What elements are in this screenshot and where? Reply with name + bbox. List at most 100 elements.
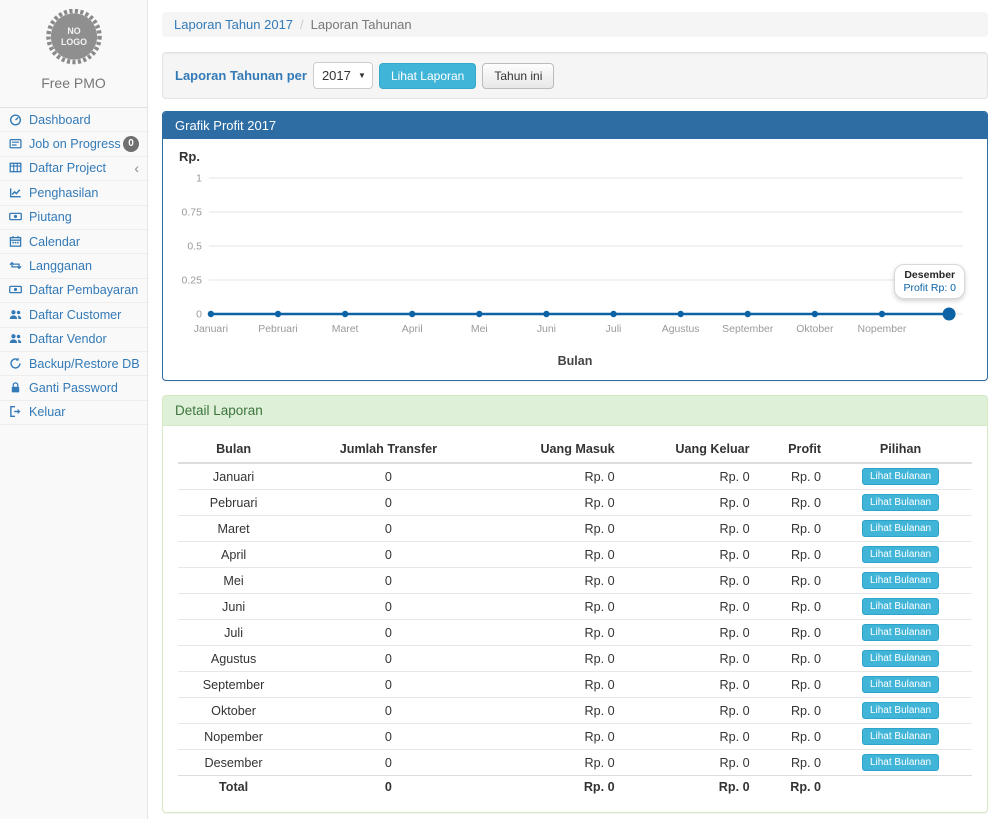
- cell-jumlah-transfer: 0: [289, 594, 488, 620]
- lihat-laporan-button[interactable]: Lihat Laporan: [379, 63, 476, 89]
- total-profit: Rp. 0: [758, 776, 829, 799]
- chevron-down-icon: ▼: [358, 71, 366, 80]
- sidebar: NO LOGO Free PMO DashboardJob on Progres…: [0, 0, 148, 819]
- total-uang-masuk: Rp. 0: [488, 776, 623, 799]
- lihat-bulanan-button[interactable]: Lihat Bulanan: [862, 520, 939, 537]
- table-row-oktober: Oktober0Rp. 0Rp. 0Rp. 0Lihat Bulanan: [178, 698, 972, 724]
- lihat-bulanan-button[interactable]: Lihat Bulanan: [862, 598, 939, 615]
- table-header-row: Bulan Jumlah Transfer Uang Masuk Uang Ke…: [178, 436, 972, 463]
- lihat-bulanan-button[interactable]: Lihat Bulanan: [862, 572, 939, 589]
- cell-jumlah-transfer: 0: [289, 750, 488, 776]
- sidebar-item-job-on-progress[interactable]: Job on Progress0: [0, 132, 147, 156]
- cell-uang-masuk: Rp. 0: [488, 568, 623, 594]
- svg-text:Agustus: Agustus: [662, 324, 700, 335]
- table-row-desember: Desember0Rp. 0Rp. 0Rp. 0Lihat Bulanan: [178, 750, 972, 776]
- cell-bulan: Juli: [178, 620, 289, 646]
- lihat-bulanan-button[interactable]: Lihat Bulanan: [862, 702, 939, 719]
- cell-uang-masuk: Rp. 0: [488, 490, 623, 516]
- report-table: Bulan Jumlah Transfer Uang Masuk Uang Ke…: [178, 436, 972, 798]
- sidebar-item-label: Langganan: [29, 259, 92, 273]
- users-icon: [9, 332, 24, 346]
- detail-table-wrapper: Bulan Jumlah Transfer Uang Masuk Uang Ke…: [163, 426, 987, 812]
- cell-uang-keluar: Rp. 0: [623, 672, 758, 698]
- sidebar-item-langganan[interactable]: Langganan: [0, 254, 147, 278]
- column-header-uang-keluar: Uang Keluar: [623, 436, 758, 463]
- sidebar-item-keluar[interactable]: Keluar: [0, 401, 147, 425]
- svg-text:Januari: Januari: [194, 324, 228, 335]
- main-content: Laporan Tahun 2017/Laporan Tahunan Lapor…: [148, 0, 1000, 819]
- svg-text:0.25: 0.25: [182, 275, 203, 286]
- sidebar-item-piutang[interactable]: Piutang: [0, 206, 147, 230]
- sidebar-item-daftar-customer[interactable]: Daftar Customer: [0, 303, 147, 327]
- sidebar-item-daftar-project[interactable]: Daftar Project‹: [0, 157, 147, 181]
- lihat-bulanan-button[interactable]: Lihat Bulanan: [862, 650, 939, 667]
- sidebar-item-daftar-pembayaran[interactable]: Daftar Pembayaran: [0, 279, 147, 303]
- detail-panel-title: Detail Laporan: [163, 396, 987, 426]
- svg-text:1: 1: [196, 173, 202, 184]
- sidebar-item-daftar-vendor[interactable]: Daftar Vendor: [0, 328, 147, 352]
- cell-bulan: Nopember: [178, 724, 289, 750]
- svg-text:April: April: [402, 324, 423, 335]
- cell-uang-keluar: Rp. 0: [623, 594, 758, 620]
- profit-line-chart[interactable]: 10.750.50.250JanuariPebruariMaretAprilMe…: [173, 164, 977, 354]
- money-icon: [9, 210, 24, 224]
- total-uang-keluar: Rp. 0: [623, 776, 758, 799]
- year-select[interactable]: 2017 ▼: [313, 62, 373, 89]
- tooltip-value: Profit Rp: 0: [903, 282, 956, 294]
- sidebar-item-label: Piutang: [29, 210, 72, 224]
- table-row-nopember: Nopember0Rp. 0Rp. 0Rp. 0Lihat Bulanan: [178, 724, 972, 750]
- sidebar-item-backup-restore-db[interactable]: Backup/Restore DB: [0, 352, 147, 376]
- cell-profit: Rp. 0: [758, 672, 829, 698]
- svg-text:0: 0: [196, 309, 202, 320]
- lihat-bulanan-button[interactable]: Lihat Bulanan: [862, 624, 939, 641]
- lihat-bulanan-button[interactable]: Lihat Bulanan: [862, 546, 939, 563]
- chevron-left-icon: ‹: [134, 161, 139, 175]
- sidebar-item-calendar[interactable]: Calendar: [0, 230, 147, 254]
- cell-uang-keluar: Rp. 0: [623, 698, 758, 724]
- lihat-bulanan-button[interactable]: Lihat Bulanan: [862, 494, 939, 511]
- sidebar-item-dashboard[interactable]: Dashboard: [0, 108, 147, 132]
- table-icon: [9, 161, 24, 175]
- lihat-bulanan-button[interactable]: Lihat Bulanan: [862, 754, 939, 771]
- retweet-icon: [9, 259, 24, 273]
- lihat-bulanan-button[interactable]: Lihat Bulanan: [862, 728, 939, 745]
- sidebar-item-penghasilan[interactable]: Penghasilan: [0, 181, 147, 205]
- svg-text:0.75: 0.75: [182, 207, 203, 218]
- cell-profit: Rp. 0: [758, 646, 829, 672]
- cell-profit: Rp. 0: [758, 594, 829, 620]
- total-jumlah-transfer: 0: [289, 776, 488, 799]
- chart-area: 10.750.50.250JanuariPebruariMaretAprilMe…: [173, 164, 977, 354]
- svg-text:Pebruari: Pebruari: [258, 324, 298, 335]
- profit-chart-panel: Grafik Profit 2017 Rp. 10.750.50.250Janu…: [162, 111, 988, 381]
- cell-profit: Rp. 0: [758, 698, 829, 724]
- cell-profit: Rp. 0: [758, 750, 829, 776]
- table-row-juli: Juli0Rp. 0Rp. 0Rp. 0Lihat Bulanan: [178, 620, 972, 646]
- cell-profit: Rp. 0: [758, 490, 829, 516]
- money-icon: [9, 283, 24, 297]
- cell-uang-masuk: Rp. 0: [488, 516, 623, 542]
- lihat-bulanan-button[interactable]: Lihat Bulanan: [862, 468, 939, 485]
- svg-text:Juli: Juli: [606, 324, 622, 335]
- cell-uang-keluar: Rp. 0: [623, 724, 758, 750]
- column-header-jumlah-transfer: Jumlah Transfer: [289, 436, 488, 463]
- tahun-ini-button[interactable]: Tahun ini: [482, 63, 554, 89]
- svg-text:LOGO: LOGO: [61, 37, 87, 47]
- cell-uang-masuk: Rp. 0: [488, 724, 623, 750]
- users-icon: [9, 308, 24, 322]
- sidebar-item-label: Backup/Restore DB: [29, 357, 140, 371]
- table-row-mei: Mei0Rp. 0Rp. 0Rp. 0Lihat Bulanan: [178, 568, 972, 594]
- table-row-januari: Januari0Rp. 0Rp. 0Rp. 0Lihat Bulanan: [178, 463, 972, 490]
- cell-uang-keluar: Rp. 0: [623, 750, 758, 776]
- cell-jumlah-transfer: 0: [289, 698, 488, 724]
- cell-bulan: Mei: [178, 568, 289, 594]
- cell-profit: Rp. 0: [758, 516, 829, 542]
- cell-jumlah-transfer: 0: [289, 542, 488, 568]
- cell-jumlah-transfer: 0: [289, 672, 488, 698]
- cell-uang-keluar: Rp. 0: [623, 516, 758, 542]
- table-row-september: September0Rp. 0Rp. 0Rp. 0Lihat Bulanan: [178, 672, 972, 698]
- cell-uang-masuk: Rp. 0: [488, 750, 623, 776]
- breadcrumb-link-laporan-tahun[interactable]: Laporan Tahun 2017: [174, 17, 293, 32]
- lihat-bulanan-button[interactable]: Lihat Bulanan: [862, 676, 939, 693]
- sidebar-item-ganti-password[interactable]: Ganti Password: [0, 376, 147, 400]
- cell-jumlah-transfer: 0: [289, 568, 488, 594]
